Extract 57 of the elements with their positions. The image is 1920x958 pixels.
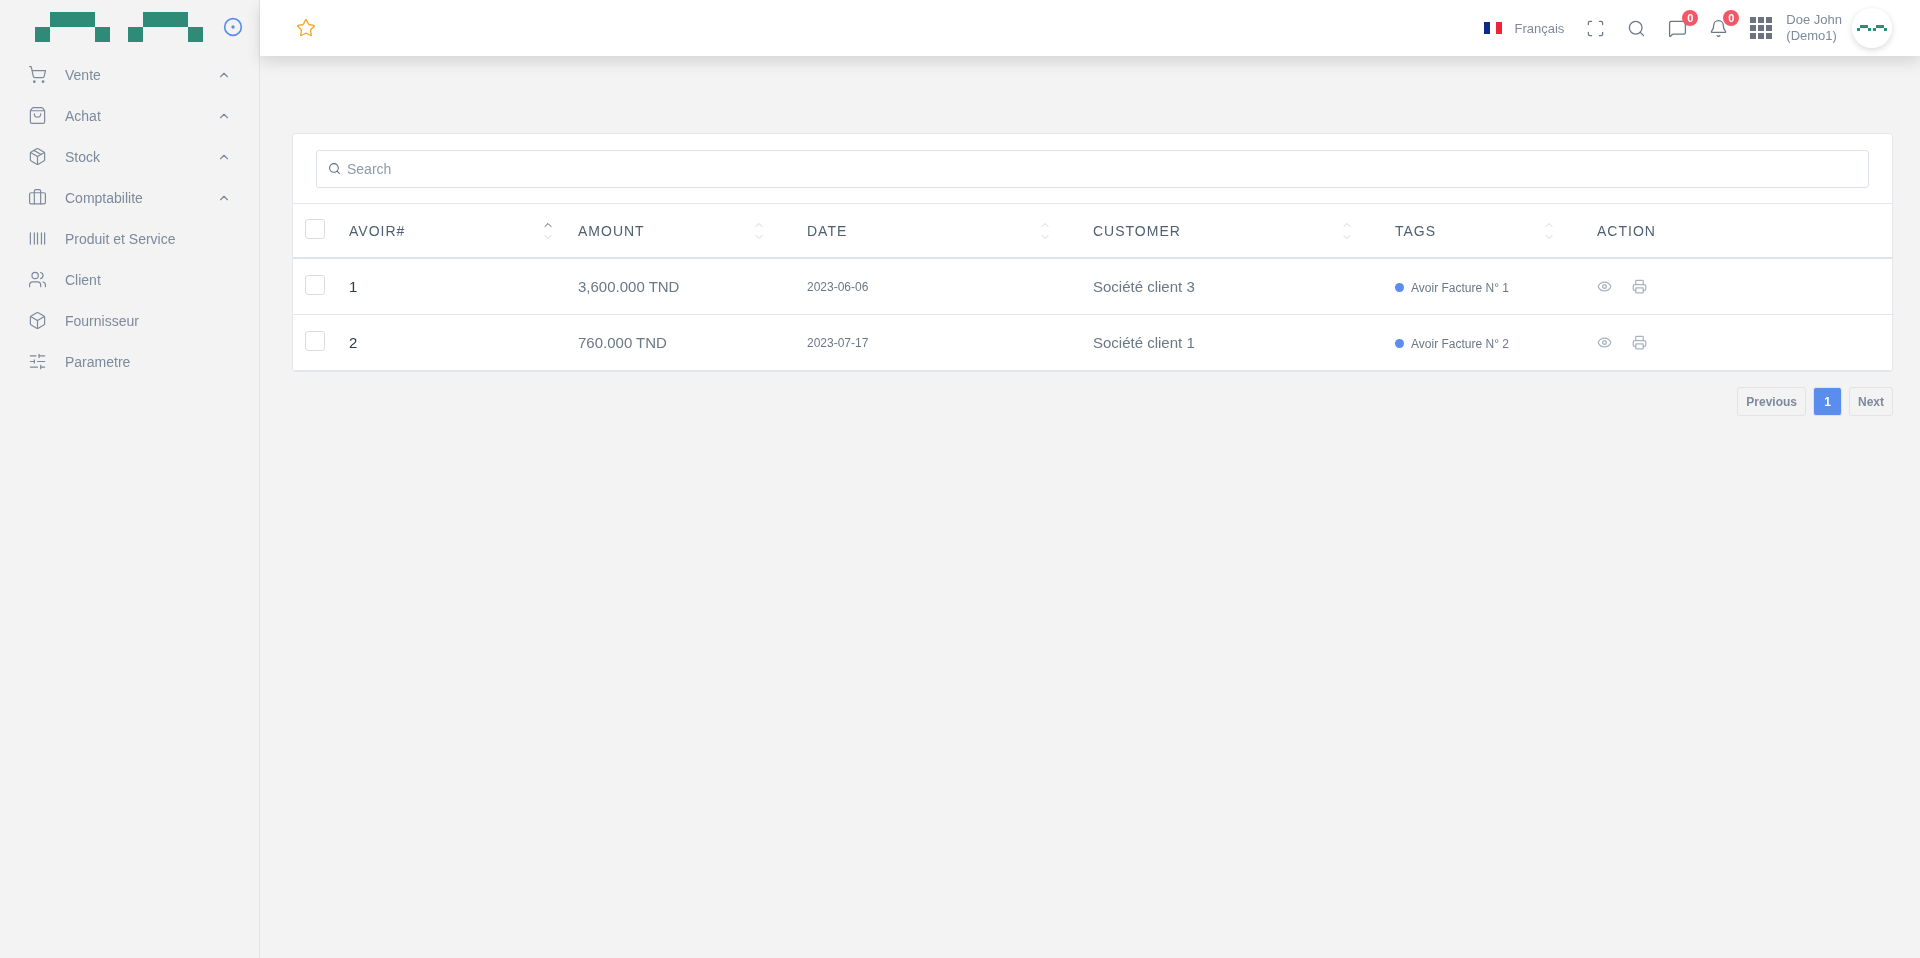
column-header[interactable]: AVOIR#: [337, 203, 566, 258]
users-icon: [28, 270, 47, 289]
column-header[interactable]: CUSTOMER: [1081, 203, 1383, 258]
box-icon: [28, 311, 47, 330]
previous-button[interactable]: Previous: [1737, 387, 1806, 416]
printer-icon[interactable]: [1632, 279, 1647, 294]
sidebar-item[interactable]: Vente: [0, 54, 259, 95]
star-icon[interactable]: [296, 18, 316, 38]
sliders-icon: [28, 352, 47, 371]
apps-grid-icon[interactable]: [1750, 17, 1773, 39]
cart-icon: [28, 65, 47, 84]
user-role: (Demo1): [1786, 28, 1838, 44]
column-header: ACTION: [1585, 203, 1892, 258]
barcode-icon: [28, 229, 47, 248]
message-count: 0: [1682, 9, 1699, 26]
user-name: Doe John: [1786, 12, 1842, 28]
briefcase-icon: [28, 188, 47, 207]
table-cell: Société client 3: [1081, 258, 1383, 315]
table-cell: 760.000 TND: [566, 314, 795, 371]
package-icon: [28, 147, 47, 166]
flag-icon: [1484, 22, 1503, 34]
tag: Avoir Facture N° 2: [1395, 336, 1509, 351]
fullscreen-icon[interactable]: [1586, 18, 1606, 38]
sidebar-item[interactable]: Comptabilite: [0, 177, 259, 218]
search-icon[interactable]: [1627, 18, 1647, 38]
row-checkbox[interactable]: [305, 331, 325, 351]
bag-icon: [28, 106, 47, 125]
page-button[interactable]: 1: [1813, 387, 1842, 416]
avatar[interactable]: [1852, 8, 1892, 48]
table-cell: Société client 1: [1081, 314, 1383, 371]
table-cell: 2: [337, 314, 566, 371]
sidebar-item[interactable]: Fournisseur: [0, 300, 259, 341]
table-cell: 3,600.000 TND: [566, 258, 795, 315]
next-button[interactable]: Next: [1849, 387, 1893, 416]
sidebar-item[interactable]: Achat: [0, 95, 259, 136]
sidebar-item[interactable]: Produit et Service: [0, 218, 259, 259]
sidebar-item[interactable]: Client: [0, 259, 259, 300]
table-cell: 2023-07-17: [795, 314, 1081, 371]
printer-icon[interactable]: [1632, 335, 1647, 350]
select-all-checkbox[interactable]: [305, 219, 325, 239]
sidebar-item[interactable]: Parametre: [0, 341, 259, 382]
view-icon[interactable]: [1597, 279, 1612, 294]
table-cell: 2023-06-06: [795, 258, 1081, 315]
column-header[interactable]: AMOUNT: [566, 203, 795, 258]
language-selector[interactable]: Français: [1484, 20, 1565, 36]
notification-count: 0: [1723, 9, 1740, 26]
search-field[interactable]: Search: [316, 150, 1869, 188]
bell-icon[interactable]: [1709, 18, 1729, 38]
message-icon[interactable]: [1668, 18, 1688, 38]
sidebar-item[interactable]: Stock: [0, 136, 259, 177]
table-cell: 1: [337, 258, 566, 315]
view-icon[interactable]: [1597, 335, 1612, 350]
column-header[interactable]: DATE: [795, 203, 1081, 258]
target-icon[interactable]: [223, 17, 243, 37]
column-header[interactable]: TAGS: [1383, 203, 1585, 258]
row-checkbox[interactable]: [305, 275, 325, 295]
tag: Avoir Facture N° 1: [1395, 280, 1509, 295]
